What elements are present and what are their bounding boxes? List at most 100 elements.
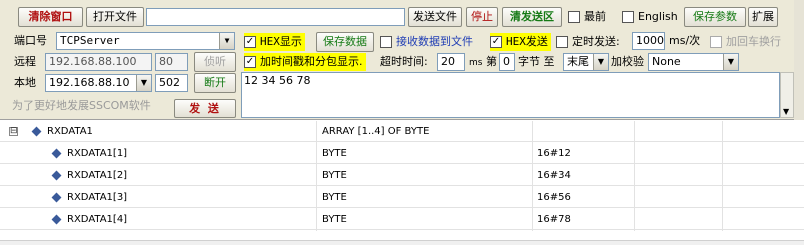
hex-display-checkbox[interactable]: ✓ HEX显示 — [244, 33, 305, 51]
local-ip-select[interactable]: 192.168.88.10 ▼ — [45, 74, 152, 92]
variable-type: BYTE — [322, 214, 347, 225]
hex-send-checkbox[interactable]: ✓ HEX发送 — [490, 33, 551, 51]
checkbox-icon — [568, 11, 580, 23]
local-port-input[interactable]: 502 — [155, 74, 188, 92]
send-file-button[interactable]: 发送文件 — [408, 7, 462, 27]
port-select[interactable]: TCPServer ▼ — [56, 32, 235, 50]
local-ip-value: 192.168.88.10 — [49, 76, 130, 89]
serial-tool-panel: 清除窗口 打开文件 发送文件 停止 清发送区 最前 English 保存参数 扩… — [0, 0, 804, 120]
table-row[interactable]: RXDATA1[3] BYTE 16#56 — [0, 187, 804, 208]
variable-type: BYTE — [322, 148, 347, 159]
save-params-button[interactable]: 保存参数 — [684, 7, 746, 27]
column-divider — [634, 121, 635, 231]
byte-end-select[interactable]: 末尾 ▼ — [563, 53, 609, 71]
collapse-icon[interactable]: ⊟ — [9, 127, 18, 136]
english-label: English — [638, 10, 678, 23]
interval-input[interactable]: 1000 — [632, 32, 665, 50]
column-divider — [532, 121, 533, 231]
file-path-input[interactable] — [146, 8, 405, 26]
variable-name: RXDATA1[4] — [67, 214, 128, 225]
recv-to-file-checkbox[interactable]: 接收数据到文件 — [380, 33, 473, 51]
checkbox-icon — [556, 36, 568, 48]
table-row[interactable]: RXDATA1[4] BYTE 16#78 — [0, 209, 804, 230]
add-crlf-label: 加回车换行 — [726, 35, 781, 48]
table-row[interactable]: ⊟ RXDATA1 ARRAY [1..4] OF BYTE — [0, 121, 804, 142]
local-label: 本地 — [14, 76, 36, 89]
checksum-label: 加校验 — [611, 55, 644, 68]
variable-type: ARRAY [1..4] OF BYTE — [322, 126, 430, 137]
checkmark-icon: ✓ — [244, 36, 256, 48]
variable-icon — [51, 170, 62, 181]
column-divider — [316, 121, 317, 231]
variable-name: RXDATA1[3] — [67, 192, 128, 203]
expand-button[interactable]: 扩展 — [748, 7, 778, 27]
topmost-checkbox[interactable]: 最前 — [568, 8, 606, 26]
clear-window-button[interactable]: 清除窗口 — [18, 7, 83, 27]
remote-ip-input[interactable]: 192.168.88.100 — [45, 53, 152, 71]
clear-send-area-button[interactable]: 清发送区 — [502, 7, 562, 27]
byte-prefix: 第 — [486, 55, 497, 68]
add-crlf-checkbox[interactable]: 加回车换行 — [710, 33, 784, 51]
checksum-select[interactable]: None ▼ — [648, 53, 739, 71]
variable-value: 16#78 — [537, 214, 571, 225]
open-file-button[interactable]: 打开文件 — [86, 7, 144, 27]
chevron-down-icon: ▼ — [136, 75, 151, 91]
variable-value: 16#56 — [537, 192, 571, 203]
variable-tree-table: ⊟ RXDATA1 ARRAY [1..4] OF BYTE RXDATA1[1… — [0, 121, 804, 231]
table-row[interactable]: RXDATA1[1] BYTE 16#12 — [0, 143, 804, 164]
timeout-label: 超时时间: — [380, 55, 428, 68]
hex-display-label: HEX显示 — [260, 35, 302, 48]
byte-index-input[interactable]: 0 — [499, 53, 515, 71]
timestamp-checkbox[interactable]: ✓ 加时间戳和分包显示. — [244, 53, 366, 71]
port-value: TCPServer — [60, 34, 120, 47]
byte-suffix: 字节 至 — [518, 55, 555, 68]
variable-icon — [31, 126, 42, 137]
remote-label: 远程 — [14, 55, 36, 68]
checkbox-icon — [622, 11, 634, 23]
chevron-down-icon: ▼ — [593, 54, 608, 70]
topmost-label: 最前 — [584, 10, 606, 23]
stop-button[interactable]: 停止 — [466, 7, 498, 27]
variable-value: 16#34 — [537, 170, 571, 181]
promo-text: 为了更好地发展SSCOM软件 — [12, 99, 151, 112]
variable-icon — [51, 192, 62, 203]
timed-send-label: 定时发送: — [572, 35, 620, 48]
variable-icon — [51, 148, 62, 159]
port-label: 端口号 — [14, 34, 47, 47]
english-checkbox[interactable]: English — [622, 8, 678, 26]
chevron-down-icon: ▼ — [723, 54, 738, 70]
checkbox-icon — [710, 36, 722, 48]
send-area-scrollbar[interactable]: ▼ — [780, 72, 794, 118]
column-divider — [722, 121, 723, 231]
timed-send-checkbox[interactable]: 定时发送: — [556, 33, 620, 51]
timeout-input[interactable]: 20 — [437, 53, 465, 71]
recv-to-file-label: 接收数据到文件 — [396, 35, 473, 48]
listen-button[interactable]: 侦听 — [194, 52, 236, 72]
send-textarea[interactable]: 12 34 56 78 — [241, 72, 780, 118]
remote-port-input[interactable]: 80 — [155, 53, 188, 71]
checksum-value: None — [652, 55, 681, 68]
chevron-down-icon: ▼ — [219, 33, 234, 49]
send-text: 12 34 56 78 — [244, 74, 311, 87]
variable-name: RXDATA1 — [47, 126, 93, 137]
variable-name: RXDATA1[2] — [67, 170, 128, 181]
disconnect-button[interactable]: 断开 — [194, 73, 236, 93]
horizontal-scrollbar[interactable] — [0, 240, 804, 245]
scroll-down-icon: ▼ — [783, 107, 790, 116]
table-row[interactable]: RXDATA1[2] BYTE 16#34 — [0, 165, 804, 186]
variable-name: RXDATA1[1] — [67, 148, 128, 159]
checkbox-icon — [380, 36, 392, 48]
variable-value: 16#12 — [537, 148, 571, 159]
timestamp-label: 加时间戳和分包显示. — [260, 55, 363, 68]
save-data-button[interactable]: 保存数据 — [316, 32, 374, 52]
checkmark-icon: ✓ — [490, 36, 502, 48]
timeout-unit: ms — [469, 58, 483, 68]
variable-type: BYTE — [322, 192, 347, 203]
checkmark-icon: ✓ — [244, 56, 256, 68]
panel-edge — [794, 0, 804, 120]
byte-end-value: 末尾 — [567, 55, 589, 68]
interval-unit: ms/次 — [669, 34, 701, 47]
send-button[interactable]: 发 送 — [174, 99, 236, 118]
variable-type: BYTE — [322, 170, 347, 181]
variable-icon — [51, 214, 62, 225]
